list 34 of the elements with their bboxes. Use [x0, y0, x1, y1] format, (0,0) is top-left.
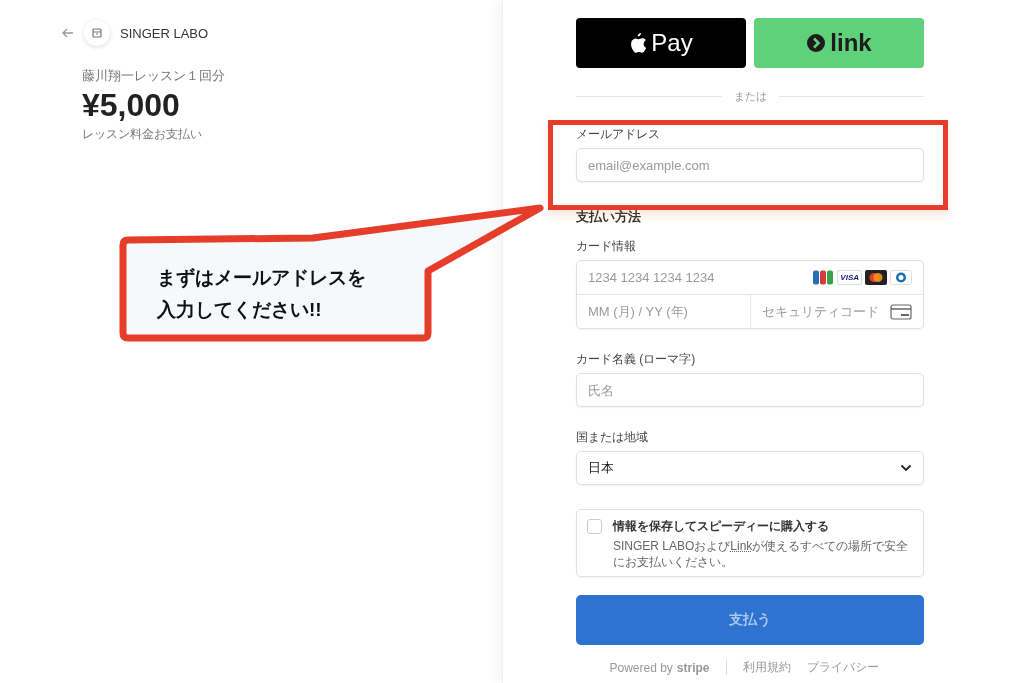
- chevron-down-icon: [900, 464, 912, 472]
- back-arrow-icon[interactable]: [62, 28, 74, 38]
- field-label: メールアドレス: [576, 126, 661, 143]
- apple-logo-icon: [629, 32, 648, 54]
- price: ¥5,000: [82, 87, 181, 124]
- card-brand-icon: [890, 270, 912, 285]
- field-label: カード情報: [576, 238, 637, 255]
- country-select[interactable]: 日本: [576, 451, 924, 485]
- stripe-logo: stripe: [676, 660, 710, 675]
- email-field[interactable]: email@example.com: [576, 148, 924, 182]
- name-field[interactable]: 氏名: [576, 373, 924, 407]
- card-brand-icon: [812, 270, 835, 285]
- link[interactable]: Link: [730, 539, 753, 553]
- product-description: レッスン料金お支払い: [82, 126, 203, 143]
- card-brand-icon: [865, 270, 887, 285]
- apple-pay-button[interactable]: Pay: [576, 18, 746, 68]
- store-logo-icon: [84, 20, 110, 46]
- checkbox-label: 情報を保存してスピーディーに購入する: [613, 518, 830, 535]
- callout-text: まずはメールアドレスを: [157, 266, 366, 290]
- section-heading: 支払い方法: [576, 208, 642, 226]
- card-brand-icon: VISA: [837, 270, 862, 285]
- card-number-field[interactable]: 1234 1234 1234 1234 VISA: [577, 261, 923, 295]
- merchant-name: SINGER LABO: [120, 25, 209, 41]
- arrow-circle-icon: [806, 33, 827, 53]
- field-label: カード名義 (ローマ字): [576, 351, 697, 368]
- divider-text: または: [733, 89, 767, 104]
- save-info-description: SINGER LABOおよびLinkが使えるすべての場所で安全にお支払いください。: [613, 538, 910, 570]
- field-label: 国または地域: [576, 429, 649, 446]
- checkbox[interactable]: [587, 519, 602, 534]
- callout-text: 入力してください!!: [157, 298, 323, 322]
- link-pay-button[interactable]: link: [754, 18, 924, 68]
- product-title: 藤川翔一レッスン１回分: [82, 67, 226, 85]
- powered-by-text: Powered by: [609, 660, 673, 675]
- card-back-icon: [890, 303, 912, 320]
